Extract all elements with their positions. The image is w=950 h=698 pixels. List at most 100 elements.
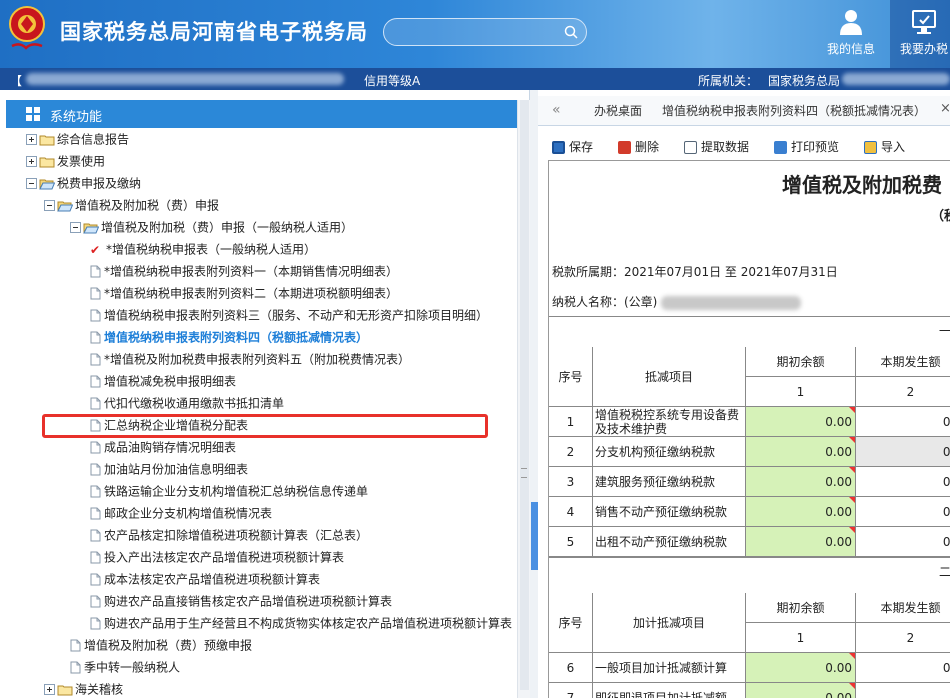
search-box[interactable]: [383, 18, 587, 46]
system-functions-title: 系统功能: [50, 110, 103, 125]
fetch-data-button[interactable]: 提取数据: [684, 138, 749, 156]
col-current-header: 本期发生额: [856, 347, 950, 377]
col-current-header: 本期发生额: [856, 593, 950, 623]
row-begin-input[interactable]: 0.00: [746, 497, 856, 527]
expand-icon[interactable]: [26, 134, 37, 145]
tree-folder[interactable]: 海关稽核: [44, 678, 123, 698]
row-begin-input[interactable]: 0.00: [746, 527, 856, 557]
col-current-header-text: 本期发生额: [880, 354, 941, 369]
row-begin-input[interactable]: 0.00: [746, 437, 856, 467]
tree-item[interactable]: 成品油购销存情况明细表: [90, 436, 236, 458]
required-marker-icon: [849, 527, 855, 533]
collapse-icon[interactable]: [44, 200, 55, 211]
tree-item-label: 增值税及附加税（费）申报: [75, 198, 220, 213]
row-current-value-text: 0.0: [942, 414, 950, 429]
row-begin-input[interactable]: 0.00: [746, 407, 856, 437]
tree-item[interactable]: 加油站月份加油信息明细表: [90, 458, 248, 480]
tree-item-label: 成品油购销存情况明细表: [104, 440, 237, 455]
col-begin-index: 1: [746, 377, 856, 407]
tree-item[interactable]: 增值税及附加税（费）预缴申报: [70, 634, 252, 656]
tab-attachment-four[interactable]: 增值税纳税申报表附列资料四（税额抵减情况表）: [662, 102, 926, 119]
collapse-icon[interactable]: [26, 178, 37, 189]
search-icon[interactable]: [564, 25, 578, 39]
tab-close-icon[interactable]: ×: [940, 101, 950, 116]
tab-scroll-left-icon[interactable]: «: [552, 102, 561, 118]
app-header: 国家税务总局河南省电子税务局 我的信息 我要办税: [0, 0, 950, 68]
expand-icon[interactable]: [26, 156, 37, 167]
tree-folder[interactable]: 税费申报及缴纳: [26, 172, 141, 194]
tree-item-label: *增值税纳税申报表（一般纳税人适用）: [106, 242, 317, 257]
import-button[interactable]: 导入: [864, 138, 905, 156]
document-icon: [90, 616, 104, 630]
tree-item[interactable]: 购进农产品用于生产经营且不构成货物实体核定农产品增值税进项税额计算表: [90, 612, 512, 634]
sidebar-scrollbar[interactable]: [517, 100, 530, 698]
tree-item[interactable]: *增值税纳税申报表附列资料二（本期进项税额明细表）: [90, 282, 398, 304]
tree-item-label: 增值税及附加税（费）申报（一般纳税人适用）: [101, 220, 354, 235]
print-preview-button[interactable]: 打印预览: [774, 138, 839, 156]
tree-item[interactable]: 增值税减免税申报明细表: [90, 370, 236, 392]
row-current-value: 0.0: [856, 407, 950, 437]
floppy-icon: [552, 141, 565, 154]
row-begin-input-text: 0.00: [825, 414, 852, 429]
save-button[interactable]: 保存: [552, 138, 593, 156]
tree-item[interactable]: 投入产出法核定农产品增值税进项税额计算表: [90, 546, 344, 568]
tree-item[interactable]: 成本法核定农产品增值税进项税额计算表: [90, 568, 320, 590]
row-item: 出租不动产预征缴纳税款: [593, 527, 746, 557]
tree-folder[interactable]: 增值税及附加税（费）申报: [44, 194, 219, 216]
tree-item[interactable]: *增值税及附加税费申报表附列资料五（附加税费情况表）: [90, 348, 410, 370]
row-seq: 2: [549, 437, 593, 467]
my-info-button[interactable]: 我的信息: [822, 0, 880, 68]
tree-item[interactable]: 代扣代缴税收通用缴款书抵扣清单: [90, 392, 284, 414]
import-icon: [864, 141, 877, 154]
document-icon: [90, 308, 104, 322]
document-icon: [90, 352, 104, 366]
row-current-value-text: 0.0: [942, 504, 950, 519]
row-item: 分支机构预征缴纳税款: [593, 437, 746, 467]
document-icon: [90, 330, 104, 344]
document-icon: [90, 506, 104, 520]
row-begin-input[interactable]: 0.00: [746, 467, 856, 497]
folder-icon: [39, 176, 57, 190]
scrollbar-thumb[interactable]: [520, 100, 529, 690]
delete-button[interactable]: 删除: [618, 138, 659, 156]
col-seq-header: 序号: [549, 593, 593, 653]
tree-item[interactable]: 铁路运输企业分支机构增值税汇总纳税信息传递单: [90, 480, 368, 502]
system-functions-header: 系统功能: [6, 100, 530, 128]
search-input[interactable]: [384, 19, 554, 45]
tree-item[interactable]: 农产品核定扣除增值税进项税额计算表（汇总表）: [90, 524, 368, 546]
tree-item-label: 增值税及附加税（费）预缴申报: [84, 638, 253, 653]
tree-item[interactable]: 增值税纳税申报表附列资料三（服务、不动产和无形资产扣除项目明细）: [90, 304, 488, 326]
row-item-text: 销售不动产预征缴纳税款: [595, 504, 728, 519]
row-item-text: 分支机构预征缴纳税款: [595, 444, 716, 459]
tree-item[interactable]: 邮政企业分支机构增值税情况表: [90, 502, 272, 524]
expand-icon[interactable]: [44, 684, 55, 695]
pane-splitter[interactable]: [530, 90, 538, 698]
taxpayer-name-label: 纳税人名称：(公章): [552, 295, 658, 309]
bracket: 【: [10, 74, 23, 88]
col-seq-header-text: 序号: [558, 615, 583, 630]
col-current-index-text: 2: [906, 384, 915, 399]
tree-item-label: 加油站月份加油信息明细表: [104, 462, 249, 477]
row-begin-input-text: 0.00: [825, 690, 852, 698]
row-begin-input[interactable]: 0.00: [746, 653, 856, 683]
row-item: 一般项目加计抵减额计算: [593, 653, 746, 683]
collapse-handle[interactable]: [531, 502, 538, 570]
row-seq: 7: [549, 683, 593, 698]
tree-item[interactable]: 购进农产品直接销售核定农产品增值税进项税额计算表: [90, 590, 392, 612]
tree-item[interactable]: 增值税纳税申报表附列资料四（税额抵减情况表）: [90, 326, 368, 348]
tree-item-label: 铁路运输企业分支机构增值税汇总纳税信息传递单: [104, 484, 369, 499]
col-current-index: 2: [856, 377, 950, 407]
row-begin-input[interactable]: 0.00: [746, 683, 856, 698]
tab-desktop[interactable]: 办税桌面: [594, 102, 642, 119]
tree-folder[interactable]: 发票使用: [26, 150, 105, 172]
tree-folder[interactable]: 综合信息报告: [26, 128, 129, 150]
credit-rating: 信用等级A: [364, 74, 421, 88]
tree-item[interactable]: ✔ *增值税纳税申报表（一般纳税人适用）: [90, 238, 316, 260]
tree-item[interactable]: 季中转一般纳税人: [70, 656, 180, 678]
content-pane: « 办税桌面 增值税纳税申报表附列资料四（税额抵减情况表） × 保存 删除 提取…: [538, 90, 950, 698]
tree-folder[interactable]: 增值税及附加税（费）申报（一般纳税人适用）: [70, 216, 353, 238]
tree-item[interactable]: *增值税纳税申报表附列资料一（本期销售情况明细表）: [90, 260, 398, 282]
my-office-button[interactable]: 我要办税: [890, 0, 950, 68]
grid-icon: [26, 107, 40, 121]
collapse-icon[interactable]: [70, 222, 81, 233]
